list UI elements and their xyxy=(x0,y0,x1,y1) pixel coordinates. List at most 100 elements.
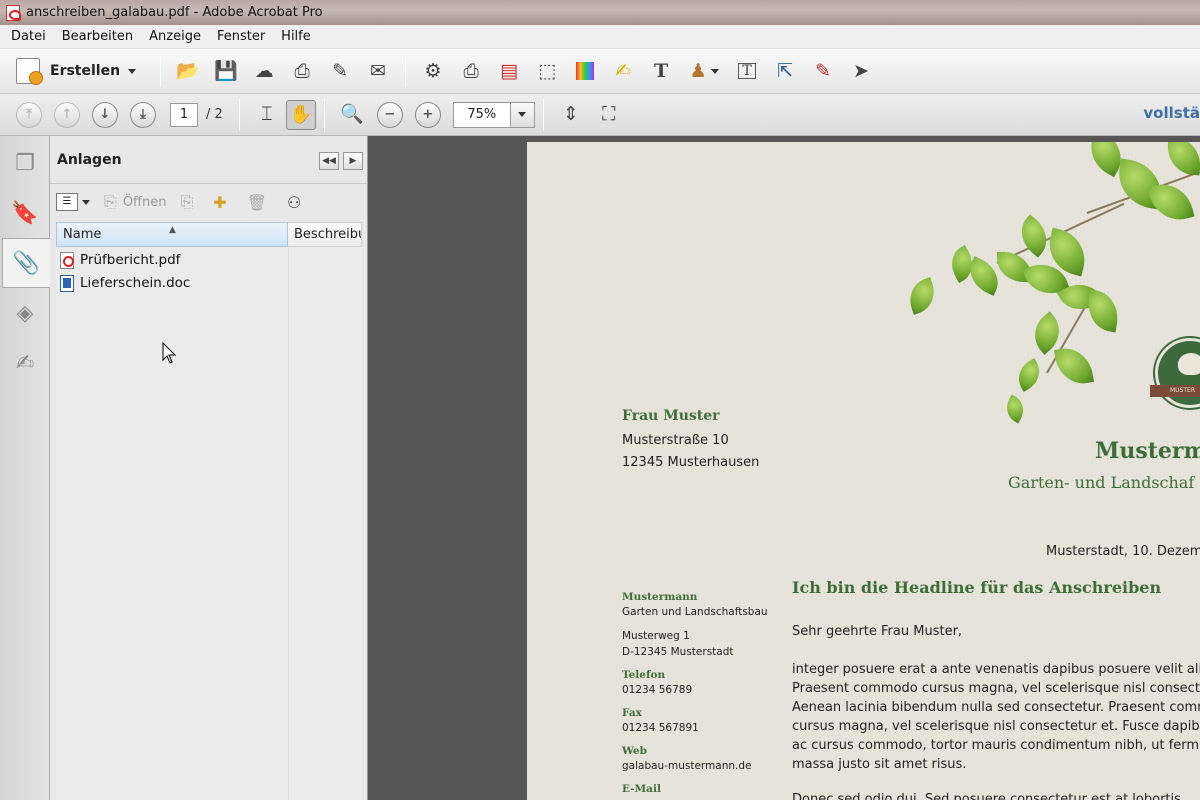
delete-attachment-button[interactable]: 🗑 xyxy=(247,193,273,212)
next-page-button[interactable]: ↓ xyxy=(92,101,118,128)
text-button[interactable]: T xyxy=(644,54,678,88)
color-button[interactable] xyxy=(568,54,602,88)
collapse-panel-button[interactable]: ◀◀ xyxy=(319,152,339,170)
mail-button[interactable]: ✉ xyxy=(361,54,395,88)
select-cursor-icon: ⌶ xyxy=(261,103,273,125)
last-page-button[interactable]: ⤓ xyxy=(130,101,156,128)
page-thumbnails-button[interactable]: ❐ xyxy=(2,138,48,188)
view-options-button[interactable]: ☰ xyxy=(56,193,78,211)
column-name-label: Name xyxy=(63,227,102,242)
print-production-button[interactable]: ⎙ xyxy=(454,54,488,88)
marquee-zoom-button[interactable]: 🔍 xyxy=(335,98,369,132)
save-attachment-button[interactable]: ⎘ xyxy=(180,192,199,212)
column-header-description[interactable]: Beschreibu xyxy=(288,222,362,247)
navigation-pane-rail: ❐ 🔖 📎 ◈ ✍ xyxy=(0,136,50,800)
page-number-input[interactable]: 1 xyxy=(170,102,198,127)
search-attachments-button[interactable]: ⚇ xyxy=(287,193,307,212)
select-object-button[interactable]: ⬚ xyxy=(530,54,564,88)
export-button[interactable]: ⇱ xyxy=(768,54,802,88)
edit-object-button[interactable]: ▤ xyxy=(492,54,526,88)
settings-button[interactable]: ⚙ xyxy=(416,54,450,88)
company-logo: MUSTER xyxy=(1150,338,1200,408)
menu-datei[interactable]: Datei xyxy=(3,25,54,49)
print-icon: ⎙ xyxy=(294,59,310,82)
save-button[interactable]: 💾 xyxy=(209,54,243,88)
leaf-decoration xyxy=(1083,289,1123,333)
file-name: Prüfbericht.pdf xyxy=(80,252,181,268)
select-object-icon: ⬚ xyxy=(538,59,557,82)
attachments-panel: Anlagen ◀◀ ▶ ☰ ⎘ Öffnen ⎘ ✚ 🗑 ⚇ ▲ Name B… xyxy=(50,136,368,800)
letter-body: integer posuere erat a ante venenatis da… xyxy=(792,660,1200,774)
recipient-address: Frau Muster Musterstraße 10 12345 Muster… xyxy=(622,408,759,474)
sender-city: D-12345 Musterstadt xyxy=(622,646,734,658)
stamp-button[interactable]: ♟ xyxy=(682,54,726,88)
pointer-button[interactable]: ➤ xyxy=(844,54,878,88)
menu-anzeige[interactable]: Anzeige xyxy=(141,25,209,49)
zoom-select[interactable]: 75% xyxy=(452,101,535,128)
fit-width-button[interactable]: ⇕ xyxy=(554,98,588,132)
window-title: anschreiben_galabau.pdf - Adobe Acrobat … xyxy=(26,5,323,20)
list-item[interactable]: Prüfbericht.pdf xyxy=(60,249,180,271)
panel-options-button[interactable]: ▶ xyxy=(343,152,363,170)
panel-title: Anlagen xyxy=(57,151,122,168)
list-item[interactable]: Lieferschein.doc xyxy=(60,272,190,294)
marquee-zoom-icon: 🔍 xyxy=(339,103,364,125)
signatures-button[interactable]: ✍ xyxy=(2,338,48,388)
cloud-button[interactable]: ☁ xyxy=(247,54,281,88)
pages-icon: ❐ xyxy=(15,150,35,176)
edit-form-icon: ✎ xyxy=(332,59,349,82)
first-page-button[interactable]: ⤒ xyxy=(16,101,42,128)
fit-page-button[interactable]: ⛶ xyxy=(592,98,626,132)
web-label: Web xyxy=(622,745,647,757)
menu-bearbeiten[interactable]: Bearbeiten xyxy=(54,25,141,49)
column-header-name[interactable]: ▲ Name xyxy=(56,222,288,247)
word-file-icon xyxy=(60,274,74,292)
zoom-value[interactable]: 75% xyxy=(452,101,511,128)
arrow-up-icon: ↑ xyxy=(61,107,73,122)
list-options-icon: ☰ xyxy=(62,196,72,207)
letter-salutation: Sehr geehrte Frau Muster, xyxy=(792,624,963,639)
paperclip-icon: 📎 xyxy=(12,250,41,276)
full-screen-link[interactable]: vollstä xyxy=(1143,104,1200,122)
company-subtitle: Garten- und Landschaf xyxy=(1008,473,1195,492)
open-button[interactable]: 📂 xyxy=(171,54,205,88)
trash-icon: 🗑 xyxy=(246,192,268,212)
hand-tool-button[interactable]: ✋ xyxy=(285,99,316,130)
zoom-out-button[interactable]: − xyxy=(376,101,403,128)
last-page-icon: ⤓ xyxy=(140,107,146,122)
gear-icon: ⚙ xyxy=(424,59,442,82)
attachments-list-header: ▲ Name Beschreibu xyxy=(56,222,362,247)
zoom-in-button[interactable]: + xyxy=(414,101,441,128)
logo-ribbon: MUSTER xyxy=(1150,385,1200,397)
select-tool-button[interactable]: ⌶ xyxy=(250,98,284,132)
sender-name: Mustermann xyxy=(622,591,698,603)
body-line: ac cursus commodo, tortor mauris condime… xyxy=(792,738,1200,753)
form-fill-button[interactable]: ✎ xyxy=(806,54,840,88)
create-button[interactable]: Erstellen xyxy=(10,53,142,89)
body-line: massa justo sit amet risus. xyxy=(792,757,967,772)
letter-body-paragraph-2: Donec sed odio dui. Sed posuere consecte… xyxy=(792,792,1186,800)
document-view[interactable]: MUSTER Frau Muster Musterstraße 10 12345… xyxy=(369,136,1200,800)
stamp-icon: ♟ xyxy=(689,59,707,82)
highlight-button[interactable]: ✍ xyxy=(606,54,640,88)
print-button[interactable]: ⎙ xyxy=(285,54,319,88)
menu-hilfe[interactable]: Hilfe xyxy=(273,25,319,49)
previous-page-button[interactable]: ↑ xyxy=(54,101,80,128)
layers-button[interactable]: ◈ xyxy=(2,288,48,338)
open-attachment-button[interactable]: ⎘ Öffnen xyxy=(104,192,166,212)
folder-open-icon: 📂 xyxy=(176,59,200,82)
menu-fenster[interactable]: Fenster xyxy=(209,25,273,49)
create-pdf-icon xyxy=(16,58,43,85)
textbox-button[interactable]: T xyxy=(730,54,764,88)
bookmarks-button[interactable]: 🔖 xyxy=(2,188,48,238)
attachments-button[interactable]: 📎 xyxy=(2,238,50,288)
attachments-list: Prüfbericht.pdf Lieferschein.doc xyxy=(56,247,362,800)
fit-page-icon: ⛶ xyxy=(602,103,616,125)
zoom-dropdown-button[interactable] xyxy=(510,101,535,128)
web-value: galabau-mustermann.de xyxy=(622,760,752,772)
edit-form-button[interactable]: ✎ xyxy=(323,54,357,88)
letter-headline: Ich bin die Headline für das Anschreiben xyxy=(792,578,1162,597)
pdf-file-icon xyxy=(60,251,74,269)
description-column xyxy=(288,247,362,800)
add-attachment-button[interactable]: ✚ xyxy=(213,193,232,212)
